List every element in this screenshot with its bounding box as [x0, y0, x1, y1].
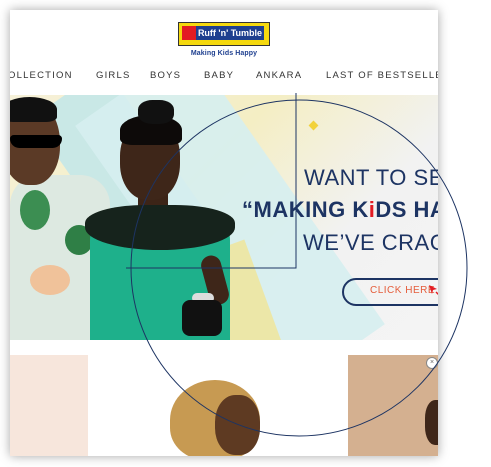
site-logo[interactable]: Ruff 'n' Tumble Making Kids Happy [174, 22, 274, 57]
nav-item-bestsellers[interactable]: LAST OF BESTSELLERS [326, 70, 438, 81]
logo-tagline: Making Kids Happy [190, 50, 258, 57]
click-here-button[interactable]: CLICK HERE [342, 278, 438, 306]
click-here-label: CLICK HERE [370, 285, 436, 296]
hero-banner[interactable]: WANT TO SE “MAKING KiDS HA WE’VE CRAC CL… [10, 95, 438, 340]
cursor-click-icon [429, 285, 438, 296]
nav-item-girls[interactable]: GIRLS [96, 70, 131, 81]
product-tile[interactable] [348, 355, 438, 456]
hero-heading-line2-a: “MAKING K [242, 197, 369, 222]
nav-item-collection[interactable]: OLLECTION [10, 70, 73, 81]
nav-item-ankara[interactable]: ANKARA [256, 70, 302, 81]
main-nav: OLLECTION GIRLS BOYS BABY ANKARA LAST OF… [10, 70, 438, 86]
nav-item-boys[interactable]: BOYS [150, 70, 181, 81]
hero-heading-line1: WANT TO SE [304, 165, 438, 190]
logo-wordmark: Ruff 'n' Tumble [196, 26, 264, 40]
handbag [182, 300, 222, 336]
hero-heading-line3: WE’VE CRAC [303, 230, 438, 255]
hero-heading-line2: “MAKING KiDS HA [242, 197, 438, 223]
product-tile[interactable] [10, 355, 88, 456]
child-head [425, 400, 438, 445]
sparkle-icon [308, 120, 319, 131]
nav-item-baby[interactable]: BABY [204, 70, 234, 81]
hero-heading-line2-b: DS HA [375, 197, 438, 222]
logo-badge: Ruff 'n' Tumble [178, 22, 270, 46]
hair-bow [138, 100, 174, 124]
shirt-pattern [20, 190, 50, 230]
boy-hair [10, 97, 57, 122]
browser-page: Ruff 'n' Tumble Making Kids Happy OLLECT… [10, 10, 438, 456]
sunglasses [10, 135, 62, 148]
logo-red-square [182, 26, 196, 40]
shirt-pattern [30, 265, 70, 295]
child-face [215, 395, 260, 455]
close-ad-icon[interactable]: × [426, 357, 438, 369]
girl-collar [85, 205, 235, 250]
